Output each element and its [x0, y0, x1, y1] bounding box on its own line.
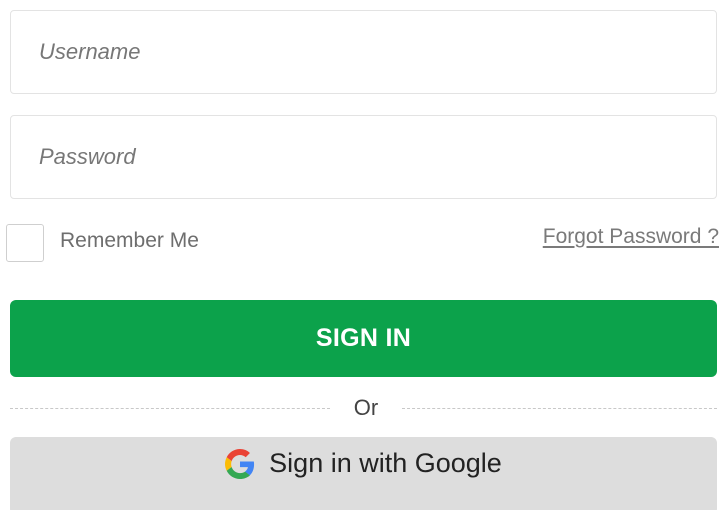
login-form: Remember Me Forgot Password ? SIGN IN Or… [0, 0, 723, 510]
password-field-container [10, 115, 717, 199]
username-field-container [10, 10, 717, 94]
password-input[interactable] [11, 116, 716, 198]
google-sign-in-label: Sign in with Google [269, 447, 502, 478]
divider-line-right [402, 408, 717, 409]
google-icon [225, 449, 255, 479]
username-input[interactable] [11, 11, 716, 93]
divider-or-text: Or [353, 395, 379, 420]
forgot-password-link[interactable]: Forgot Password ? [543, 225, 719, 249]
google-sign-in-button[interactable]: Sign in with Google [10, 437, 717, 510]
divider-line-left [10, 408, 330, 409]
or-divider: Or [10, 393, 717, 423]
remember-me-label[interactable]: Remember Me [60, 229, 199, 253]
remember-me-checkbox[interactable] [6, 224, 44, 262]
remember-row: Remember Me Forgot Password ? [0, 220, 723, 264]
sign-in-button[interactable]: SIGN IN [10, 300, 717, 377]
